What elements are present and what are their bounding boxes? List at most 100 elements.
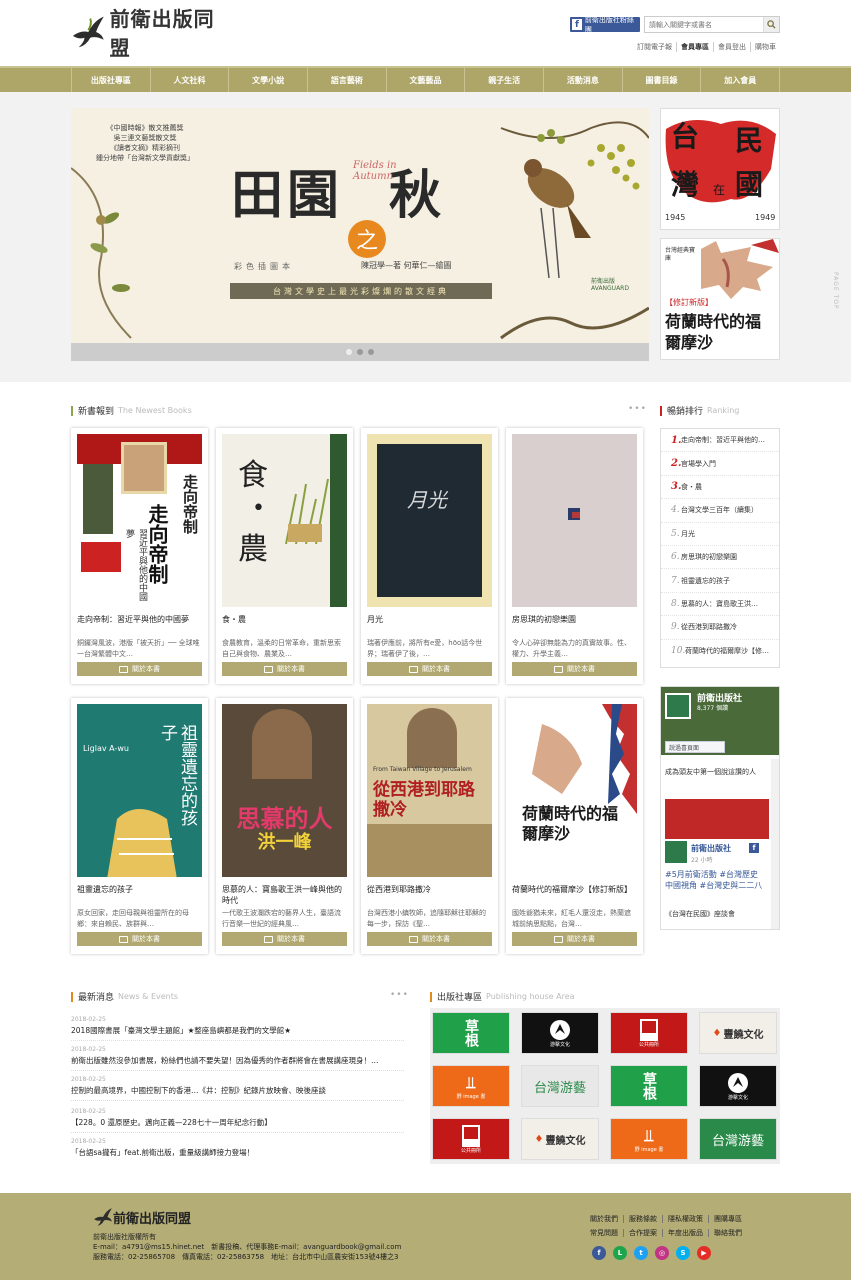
- twitter-icon[interactable]: t: [634, 1246, 648, 1260]
- book-card[interactable]: 月光 月光 瑞著伊應前，將所有e愛，hōo話今世界；瑞著伊了後，… 關於本書: [361, 428, 498, 684]
- ranking-item[interactable]: 4. 台灣文學三百年（續集）: [661, 499, 779, 523]
- book-title[interactable]: 食・農: [222, 614, 347, 625]
- ranking-item[interactable]: 9. 從西港到耶路撒冷: [661, 616, 779, 640]
- ranking-item[interactable]: 10. 荷蘭時代的福爾摩沙【修…: [661, 640, 779, 663]
- side-ad-dutch-formosa[interactable]: 台灣經典寶庫 【修訂新版】 荷蘭時代的福爾摩沙: [660, 238, 780, 360]
- news-item[interactable]: 2018-02-25 「台語sa攏有」feat.前衛出版，重量級講師接力登場！: [71, 1138, 404, 1162]
- nav-humanities[interactable]: 人文社科: [149, 68, 229, 92]
- new-books-more[interactable]: •••: [628, 404, 647, 414]
- book-title[interactable]: 荷蘭時代的福爾摩沙【修訂新版】: [512, 884, 637, 895]
- book-card[interactable]: From Taiwan Village to Jerusalem 從西港到耶路撒…: [361, 698, 498, 954]
- book-title[interactable]: 祖靈遺忘的孩子: [77, 884, 202, 895]
- about-book-button[interactable]: 關於本書: [512, 932, 637, 946]
- book-card[interactable]: Liglav A-wu 祖靈遺忘的孩子 祖靈遺忘的孩子 原女回家，走回母親與祖靈…: [71, 698, 208, 954]
- ranking-item[interactable]: 8. 思慕的人：寶島歌王洪…: [661, 593, 779, 617]
- publisher-tile-caogen[interactable]: 草根: [610, 1065, 688, 1107]
- nav-publishers[interactable]: 出版社專區: [71, 68, 150, 92]
- publisher-tile-youyi[interactable]: 台灣游藝: [521, 1065, 599, 1107]
- publisher-tile-gonggong[interactable]: 公共冊所: [610, 1012, 688, 1054]
- news-item[interactable]: 2018-02-25 【228。0 還原歷史。邁向正義—228七十一周年紀念行動】: [71, 1108, 404, 1133]
- book-card[interactable]: 食 • 農 食・農 食農教育，溫柔的日常革命，重新思索自己與食物、農業及… 關於…: [216, 428, 353, 684]
- nav-family-life[interactable]: 親子生活: [464, 68, 543, 92]
- cart-link[interactable]: 購物車: [750, 42, 780, 52]
- youtube-icon[interactable]: ▶: [697, 1246, 711, 1260]
- news-text[interactable]: 控制的最高境界，中國控制下的香港…《井：控制》紀錄片放映會、映後座談: [71, 1085, 404, 1100]
- footer-link-group-buy[interactable]: 團購專區: [708, 1215, 747, 1223]
- nav-join-member[interactable]: 加入會員: [700, 68, 781, 92]
- footer-link-annual[interactable]: 年度出版品: [662, 1229, 708, 1237]
- publisher-tile-fengrao[interactable]: ♦ 豐饒文化: [699, 1012, 777, 1054]
- facebook-fan-button[interactable]: f 前衛出版社粉絲團: [570, 16, 640, 34]
- book-title[interactable]: 月光: [367, 614, 492, 625]
- footer-link-faq[interactable]: 常見問題: [590, 1229, 623, 1237]
- ranking-item[interactable]: 6. 房思琪的初戀樂園: [661, 546, 779, 570]
- publisher-tile-yeimage[interactable]: ⫫ 野 image 書: [610, 1118, 688, 1160]
- about-book-button[interactable]: 關於本書: [367, 662, 492, 676]
- footer-link-contact[interactable]: 聯絡我們: [708, 1229, 747, 1237]
- search-input[interactable]: [645, 17, 763, 32]
- carousel-dot[interactable]: [368, 349, 374, 355]
- news-text[interactable]: 【228。0 還原歷史。邁向正義—228七十一周年紀念行動】: [71, 1117, 404, 1132]
- ranking-item[interactable]: 7. 祖靈遺忘的孩子: [661, 569, 779, 593]
- book-card[interactable]: 房思琪的初戀樂園 令人心碎卻無能為力的真實故事。性、權力、升學主義… 關於本書: [506, 428, 643, 684]
- about-book-button[interactable]: 關於本書: [222, 662, 347, 676]
- ranking-item[interactable]: 1. 走向帝制：習近平與他的…: [661, 429, 779, 453]
- member-area-link[interactable]: 會員專區: [676, 42, 713, 52]
- search-button[interactable]: [763, 17, 779, 32]
- fb-scrollbar[interactable]: [771, 759, 779, 929]
- subscribe-link[interactable]: 訂閱電子報: [633, 42, 676, 52]
- news-item[interactable]: 2018-02-25 前衛出版雖然沒參加書展，粉絲們也請不要失望！因為優秀的作者群…: [71, 1046, 404, 1071]
- fb-post-author[interactable]: 前衛出版社: [691, 843, 731, 854]
- news-text[interactable]: 2018國際書展「臺灣文學主題館」★整座島嶼都是我們的文學館★: [71, 1025, 404, 1040]
- hero-banner[interactable]: 《中國時報》散文推薦獎 吳三連文藝獎散文獎 《讀者文摘》精彩摘刊 鍾分地帶「台灣…: [71, 108, 649, 361]
- ranking-item[interactable]: 3. 食・農: [661, 476, 779, 500]
- fb-page-avatar[interactable]: [665, 693, 691, 719]
- fb-like-page-button[interactable]: 說過喜頁面: [665, 741, 725, 753]
- book-title[interactable]: 走向帝制：習近平與他的中國夢: [77, 614, 202, 625]
- ranking-item[interactable]: 5. 月光: [661, 523, 779, 546]
- publisher-tile-gonggong[interactable]: 公共冊所: [432, 1118, 510, 1160]
- footer-link-proposal[interactable]: 合作提案: [623, 1229, 662, 1237]
- book-title[interactable]: 從西港到耶路撒冷: [367, 884, 492, 895]
- logout-link[interactable]: 會員登出: [713, 42, 750, 52]
- carousel-dot[interactable]: [357, 349, 363, 355]
- news-item[interactable]: 2018-02-25 2018國際書展「臺灣文學主題館」★整座島嶼都是我們的文學館…: [71, 1016, 404, 1041]
- book-card[interactable]: 走向帝制 走向帝制 習近平與他的中國夢 走向帝制：習近平與他的中國夢 銅鑼灣風波…: [71, 428, 208, 684]
- instagram-icon[interactable]: ◎: [655, 1246, 669, 1260]
- about-book-button[interactable]: 關於本書: [367, 932, 492, 946]
- publisher-tile-caogen[interactable]: 草根: [432, 1012, 510, 1054]
- about-book-button[interactable]: 關於本書: [512, 662, 637, 676]
- book-title[interactable]: 房思琪的初戀樂園: [512, 614, 637, 625]
- side-ad-taiwan-republic[interactable]: 台 民 灣 國 在 1945 1949: [660, 108, 780, 230]
- line-icon[interactable]: L: [613, 1246, 627, 1260]
- about-book-button[interactable]: 關於本書: [77, 662, 202, 676]
- footer-link-terms[interactable]: 服務條款: [623, 1215, 662, 1223]
- news-more[interactable]: •••: [390, 990, 409, 1000]
- footer-link-privacy[interactable]: 隱私權政策: [662, 1215, 708, 1223]
- book-title[interactable]: 思慕的人：寶島歌王洪一峰與他的時代: [222, 884, 347, 906]
- carousel-dot[interactable]: [346, 349, 352, 355]
- nav-arts[interactable]: 文藝藝品: [385, 68, 465, 92]
- footer-logo[interactable]: 前衛出版同盟: [93, 1207, 191, 1227]
- fb-post-text[interactable]: #5月前衛活動 #台灣歷史中國視角 #台灣史與二二八: [665, 869, 765, 891]
- site-logo[interactable]: 前衛出版同盟: [71, 7, 231, 60]
- publisher-tile-youji[interactable]: 游擊文化: [521, 1012, 599, 1054]
- publisher-tile-youyi[interactable]: 台灣游藝: [699, 1118, 777, 1160]
- facebook-icon[interactable]: f: [592, 1246, 606, 1260]
- nav-catalog[interactable]: 圖書目錄: [621, 68, 701, 92]
- news-text[interactable]: 前衛出版雖然沒參加書展，粉絲們也請不要失望！因為優秀的作者群將會在書展講座現身！…: [71, 1055, 404, 1070]
- news-item[interactable]: 2018-02-25 控制的最高境界，中國控制下的香港…《井：控制》紀錄片放映會、…: [71, 1076, 404, 1101]
- publisher-tile-fengrao[interactable]: ♦ 豐饒文化: [521, 1118, 599, 1160]
- nav-events[interactable]: 活動消息: [543, 68, 622, 92]
- page-top-link[interactable]: PAGE TOP: [832, 272, 839, 310]
- about-book-button[interactable]: 關於本書: [222, 932, 347, 946]
- book-card[interactable]: 荷蘭時代的福爾摩沙 荷蘭時代的福爾摩沙【修訂新版】 國姓爺猶未來，紅毛人還沒走，…: [506, 698, 643, 954]
- skype-icon[interactable]: S: [676, 1246, 690, 1260]
- book-card[interactable]: 思慕的人 洪一峰 思慕的人：寶島歌王洪一峰與他的時代 一代歌王波瀾跌宕的藝界人生…: [216, 698, 353, 954]
- nav-literature[interactable]: 文學小說: [228, 68, 307, 92]
- news-text[interactable]: 「台語sa攏有」feat.前衛出版，重量級講師接力登場！: [71, 1147, 404, 1162]
- publisher-tile-yeimage[interactable]: ⫫ 野 image 書: [432, 1065, 510, 1107]
- ranking-item[interactable]: 2. 官場學入門: [661, 452, 779, 476]
- publisher-tile-youji[interactable]: 游擊文化: [699, 1065, 777, 1107]
- footer-link-about[interactable]: 關於我們: [590, 1215, 623, 1223]
